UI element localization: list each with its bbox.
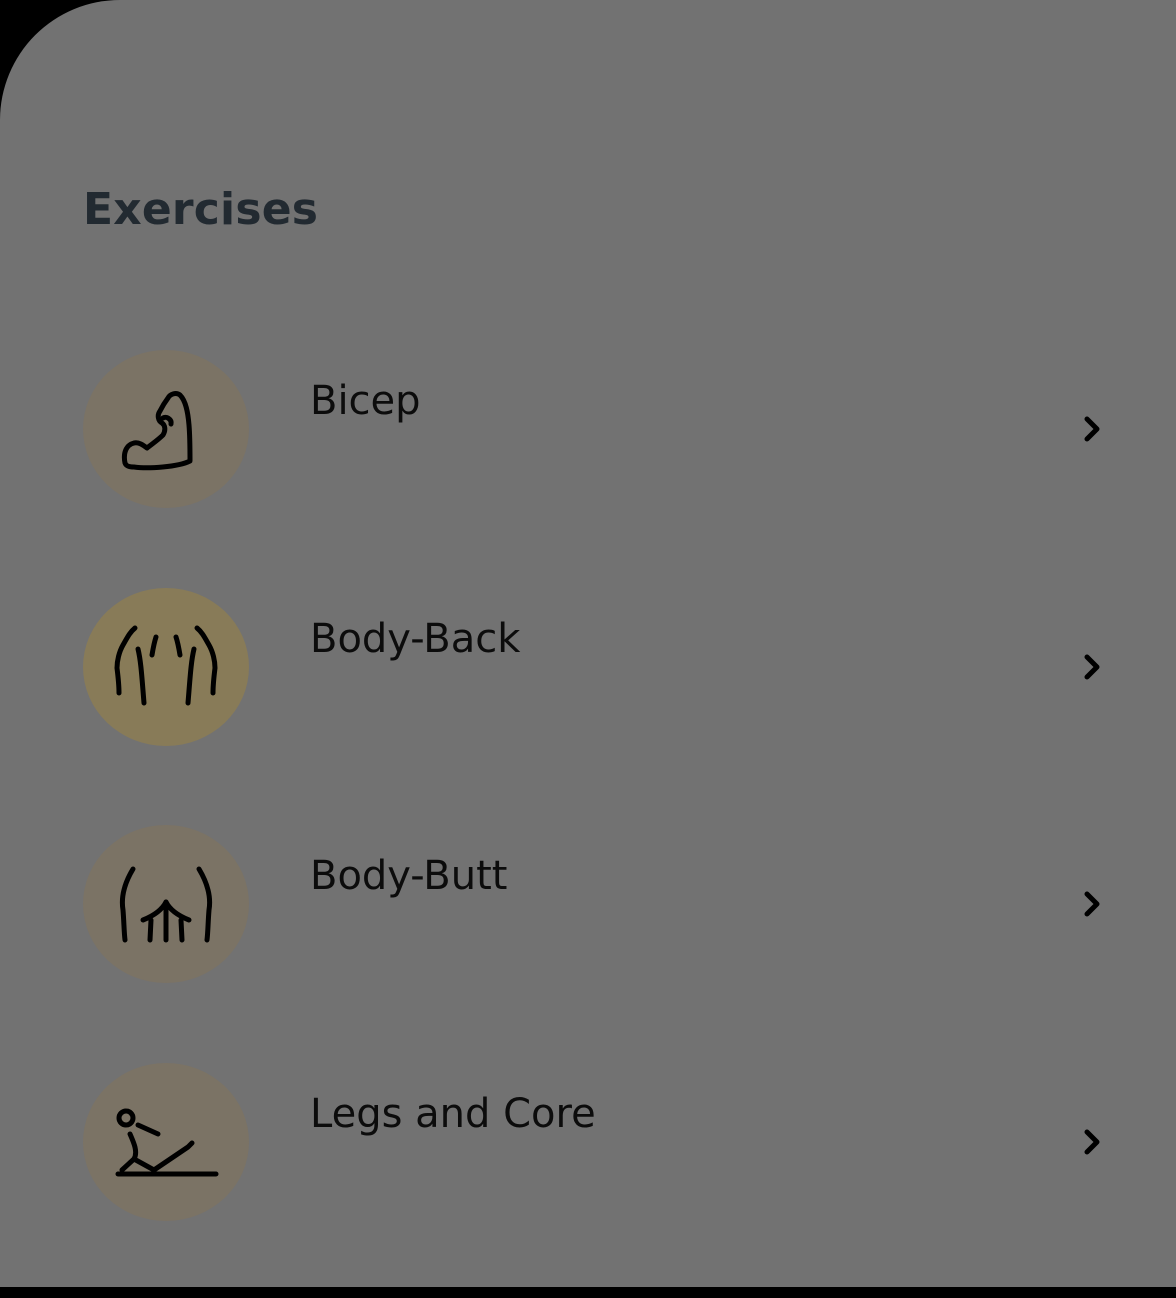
chevron-right-icon — [1078, 888, 1106, 920]
chevron-right-icon — [1078, 1126, 1106, 1158]
chevron-right-icon — [1078, 413, 1106, 445]
seated-leg-raise-icon — [112, 1088, 220, 1196]
exercise-name: Body-Back — [310, 612, 520, 666]
exercise-name: Body-Butt — [310, 849, 507, 903]
exercises-sheet: Exercises Bicep — [0, 0, 1176, 1287]
exercise-icon-badge — [83, 1063, 249, 1221]
glutes-icon — [112, 850, 220, 958]
exercise-row-body-butt[interactable]: Body-Butt — [0, 823, 1176, 1061]
exercise-icon-badge — [83, 588, 249, 746]
exercise-icon-badge — [83, 350, 249, 508]
exercise-row-bicep[interactable]: Bicep — [0, 348, 1176, 586]
back-muscles-icon — [112, 613, 220, 721]
exercise-list: Bicep Body-Back — [0, 348, 1176, 1298]
exercise-name: Legs and Core — [310, 1087, 596, 1141]
section-title: Exercises — [83, 180, 318, 240]
flexed-bicep-icon — [112, 375, 220, 483]
exercise-row-legs-and-core[interactable]: Legs and Core — [0, 1061, 1176, 1298]
exercise-icon-badge — [83, 825, 249, 983]
exercise-name: Bicep — [310, 374, 421, 428]
exercise-row-body-back[interactable]: Body-Back — [0, 586, 1176, 824]
chevron-right-icon — [1078, 651, 1106, 683]
